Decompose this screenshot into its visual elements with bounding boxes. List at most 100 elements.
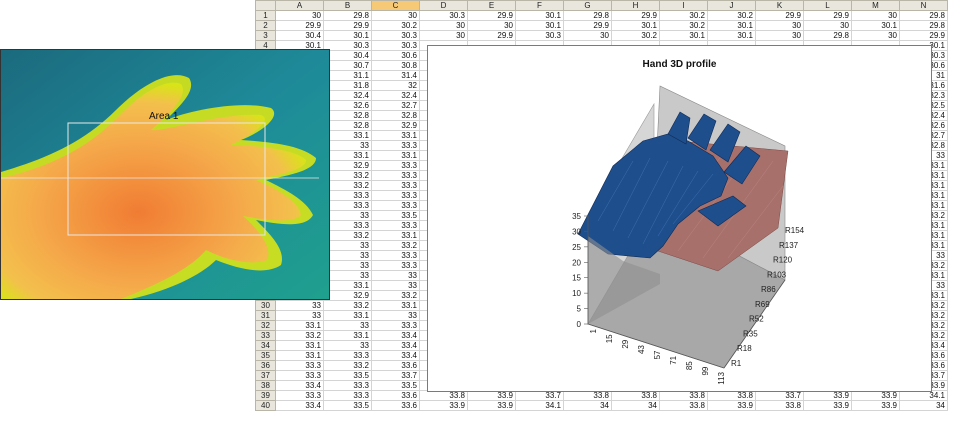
row-header[interactable]: 37: [255, 370, 276, 381]
table-cell[interactable]: 33.8: [563, 390, 612, 401]
table-cell[interactable]: 33.2: [275, 330, 324, 341]
table-cell[interactable]: 29.9: [563, 20, 612, 31]
table-cell[interactable]: 33.8: [707, 390, 756, 401]
table-cell[interactable]: 33.2: [323, 230, 372, 241]
table-cell[interactable]: 33.1: [323, 330, 372, 341]
table-cell[interactable]: 33.9: [467, 390, 516, 401]
table-cell[interactable]: 33.3: [371, 250, 420, 261]
table-cell[interactable]: 34: [611, 400, 660, 411]
table-cell[interactable]: 33.3: [371, 180, 420, 191]
table-cell[interactable]: 33.3: [371, 170, 420, 181]
table-cell[interactable]: 33.8: [611, 390, 660, 401]
table-cell[interactable]: 33.3: [323, 380, 372, 391]
table-cell[interactable]: 33.3: [371, 200, 420, 211]
table-cell[interactable]: 29.8: [899, 20, 948, 31]
thermal-image-panel[interactable]: Area 1: [0, 49, 330, 300]
table-cell[interactable]: 30.1: [659, 30, 708, 41]
table-cell[interactable]: 33.3: [371, 160, 420, 171]
table-cell[interactable]: 30.3: [515, 30, 564, 41]
table-cell[interactable]: 33.1: [371, 300, 420, 311]
table-cell[interactable]: 33.1: [323, 280, 372, 291]
row-header[interactable]: 36: [255, 360, 276, 371]
table-cell[interactable]: 31.8: [323, 80, 372, 91]
table-cell[interactable]: 33.5: [371, 380, 420, 391]
table-cell[interactable]: 33.1: [323, 150, 372, 161]
table-cell[interactable]: 33.8: [419, 390, 468, 401]
table-cell[interactable]: 33.2: [323, 300, 372, 311]
table-cell[interactable]: 30.1: [515, 20, 564, 31]
table-cell[interactable]: 33.9: [803, 400, 852, 411]
table-cell[interactable]: 32.4: [323, 90, 372, 101]
row-header[interactable]: 40: [255, 400, 276, 411]
table-cell[interactable]: 30.1: [611, 20, 660, 31]
table-cell[interactable]: 29.9: [275, 20, 324, 31]
table-cell[interactable]: 30: [467, 20, 516, 31]
table-cell[interactable]: 29.9: [323, 20, 372, 31]
table-cell[interactable]: 33.5: [323, 370, 372, 381]
table-cell[interactable]: 33.8: [755, 400, 804, 411]
table-cell[interactable]: 33.3: [371, 140, 420, 151]
table-cell[interactable]: 33.3: [323, 190, 372, 201]
table-cell[interactable]: 33.7: [371, 370, 420, 381]
row-header[interactable]: 3: [255, 30, 276, 41]
table-cell[interactable]: 34.1: [515, 400, 564, 411]
table-cell[interactable]: 29.9: [467, 10, 516, 21]
table-cell[interactable]: 34: [899, 400, 948, 411]
table-cell[interactable]: 33.3: [275, 370, 324, 381]
table-cell[interactable]: 30.2: [611, 30, 660, 41]
table-cell[interactable]: 33.9: [707, 400, 756, 411]
table-cell[interactable]: 33.3: [275, 390, 324, 401]
row-header[interactable]: 1: [255, 10, 276, 21]
table-cell[interactable]: 33: [371, 280, 420, 291]
table-cell[interactable]: 33.3: [371, 220, 420, 231]
table-cell[interactable]: 33.3: [275, 360, 324, 371]
table-cell[interactable]: 33.1: [371, 150, 420, 161]
row-header[interactable]: 34: [255, 340, 276, 351]
row-header[interactable]: 2: [255, 20, 276, 31]
table-cell[interactable]: 31.4: [371, 70, 420, 81]
row-header[interactable]: 30: [255, 300, 276, 311]
table-cell[interactable]: 29.8: [323, 10, 372, 21]
table-cell[interactable]: 30.4: [323, 50, 372, 61]
table-cell[interactable]: 30: [851, 10, 900, 21]
table-cell[interactable]: 32: [371, 80, 420, 91]
column-header-f[interactable]: F: [515, 0, 564, 11]
table-cell[interactable]: 34.1: [899, 390, 948, 401]
table-cell[interactable]: 33.1: [323, 130, 372, 141]
table-cell[interactable]: 33.1: [371, 230, 420, 241]
table-cell[interactable]: 33: [371, 270, 420, 281]
row-header[interactable]: 31: [255, 310, 276, 321]
table-cell[interactable]: 30.2: [371, 20, 420, 31]
table-cell[interactable]: 32.8: [323, 120, 372, 131]
table-cell[interactable]: 30.1: [515, 10, 564, 21]
table-cell[interactable]: 33.6: [371, 400, 420, 411]
table-cell[interactable]: 32.8: [323, 110, 372, 121]
table-cell[interactable]: 32.9: [323, 290, 372, 301]
row-header[interactable]: 38: [255, 380, 276, 391]
table-cell[interactable]: 30: [563, 30, 612, 41]
table-cell[interactable]: 33.2: [323, 360, 372, 371]
table-cell[interactable]: 33.9: [851, 400, 900, 411]
table-cell[interactable]: 29.9: [611, 10, 660, 21]
table-cell[interactable]: 33.4: [371, 330, 420, 341]
table-cell[interactable]: 33: [323, 320, 372, 331]
table-cell[interactable]: 33.4: [275, 380, 324, 391]
table-cell[interactable]: 33.3: [371, 190, 420, 201]
table-cell[interactable]: 33.9: [803, 390, 852, 401]
row-header[interactable]: 32: [255, 320, 276, 331]
table-cell[interactable]: 32.8: [371, 110, 420, 121]
table-cell[interactable]: 33.4: [371, 340, 420, 351]
table-cell[interactable]: 34: [563, 400, 612, 411]
table-cell[interactable]: 29.9: [803, 10, 852, 21]
column-header-a[interactable]: A: [275, 0, 324, 11]
column-header-c[interactable]: C: [371, 0, 420, 11]
table-cell[interactable]: 33.9: [419, 400, 468, 411]
column-header-g[interactable]: G: [563, 0, 612, 11]
table-cell[interactable]: 29.8: [563, 10, 612, 21]
column-header-n[interactable]: N: [899, 0, 948, 11]
table-cell[interactable]: 29.9: [755, 10, 804, 21]
select-all-corner[interactable]: [255, 0, 276, 11]
table-cell[interactable]: 30.4: [275, 30, 324, 41]
table-cell[interactable]: 30: [371, 10, 420, 21]
column-header-d[interactable]: D: [419, 0, 468, 11]
